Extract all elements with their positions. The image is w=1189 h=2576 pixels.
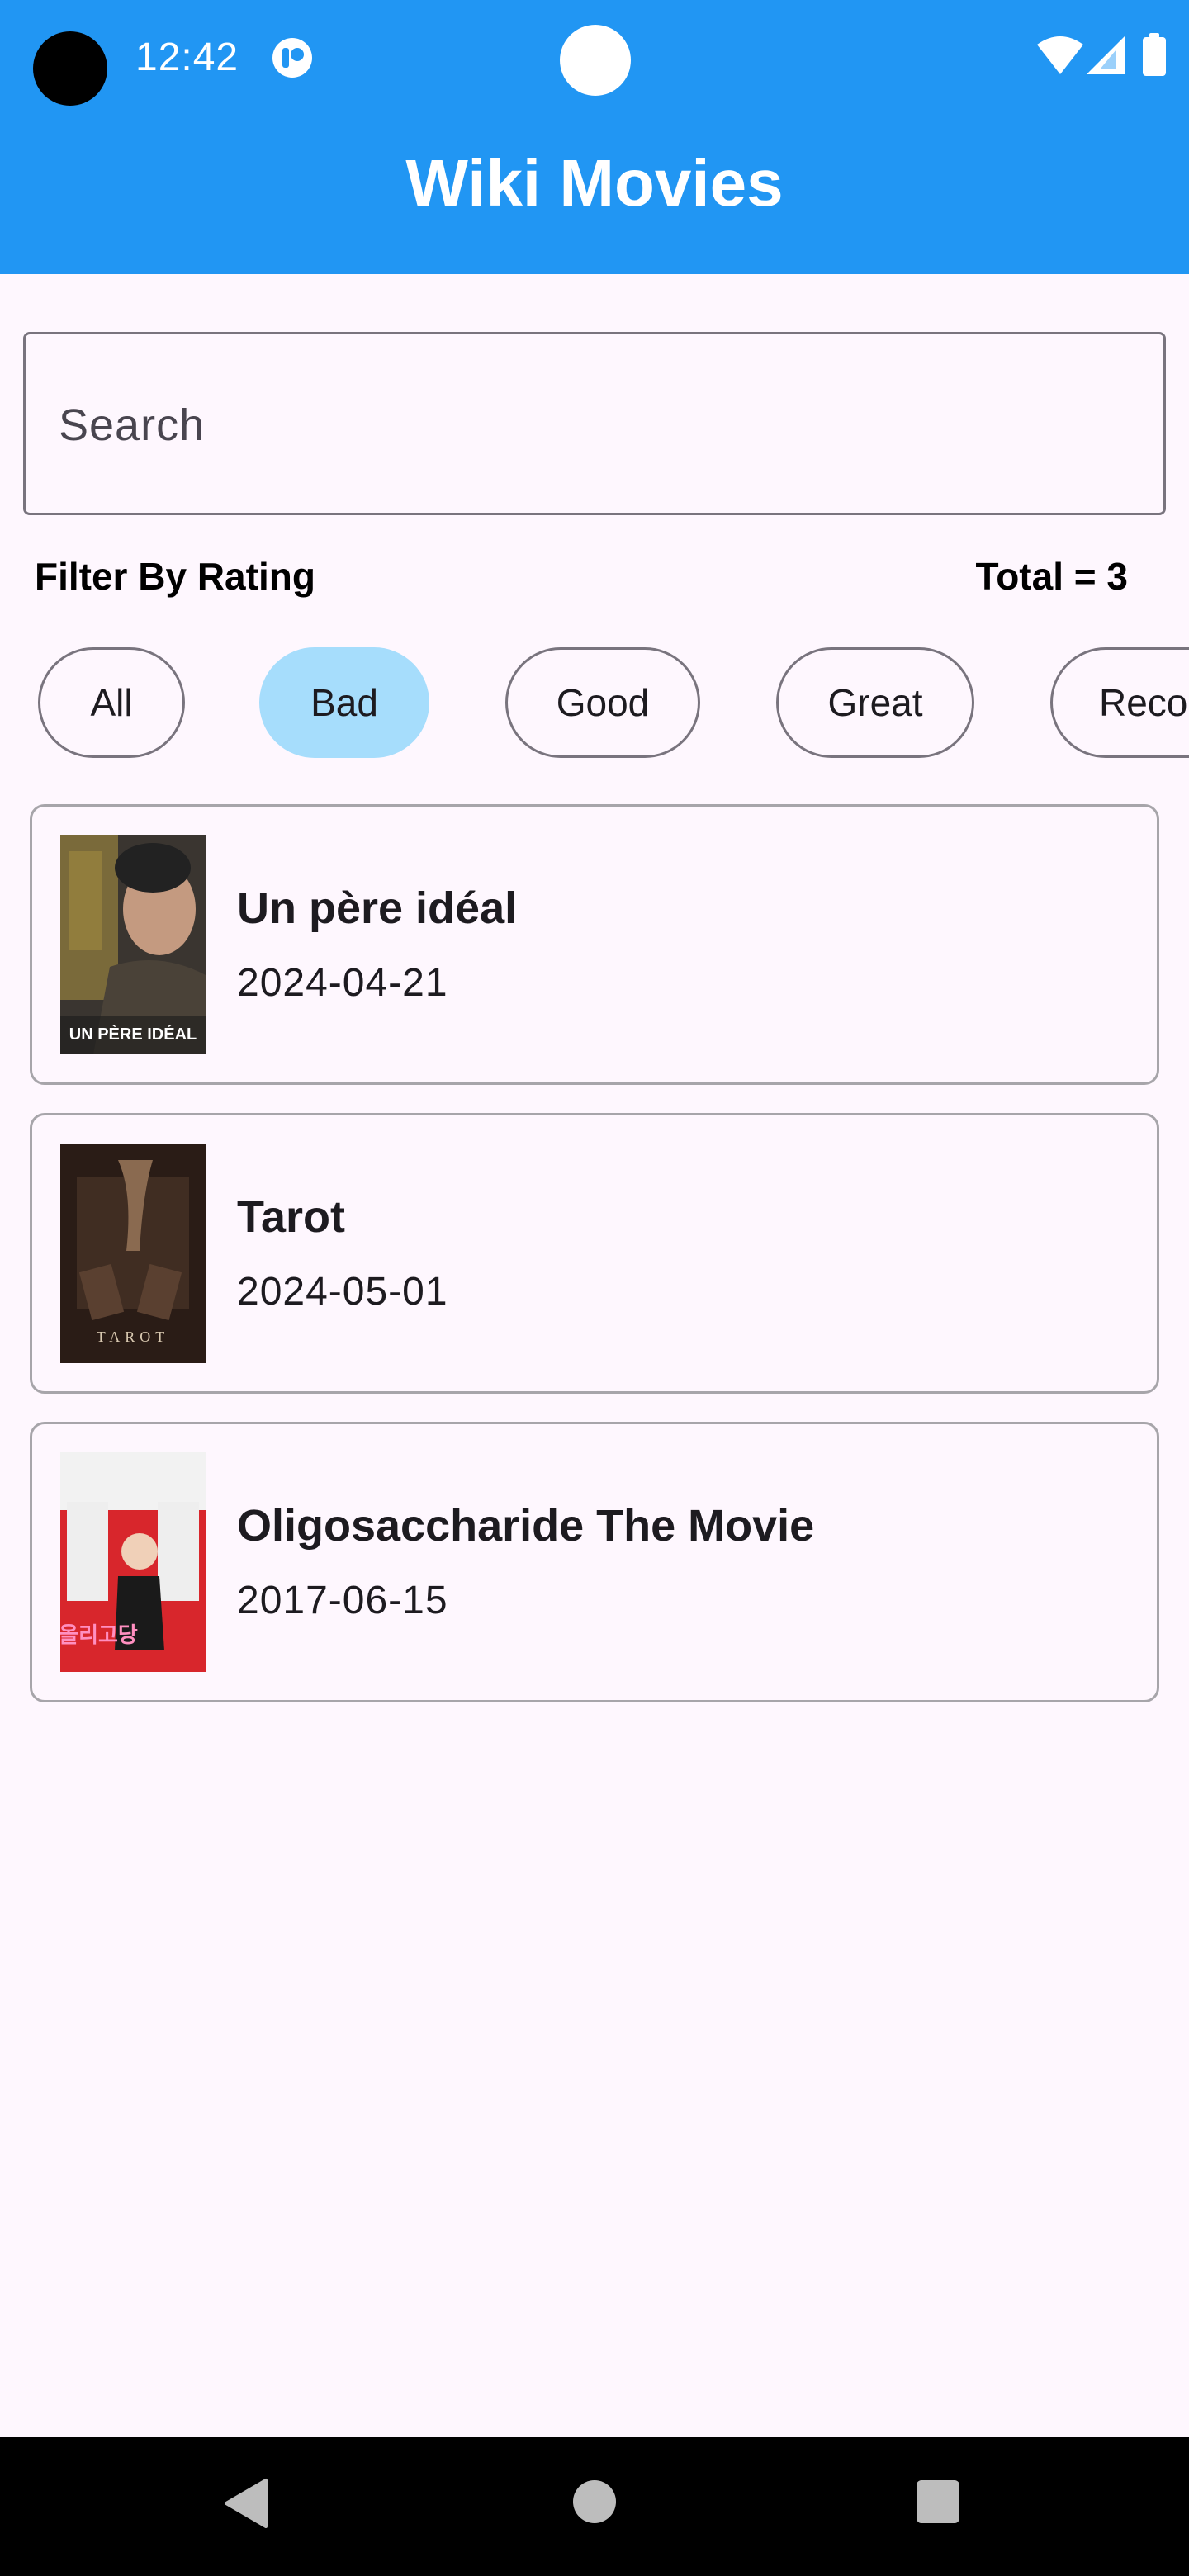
movie-card[interactable]: 올리고당 Oligosaccharide The Movie 2017-06-1… [30, 1422, 1159, 1702]
search-field[interactable] [23, 332, 1166, 515]
movie-card[interactable]: TAROT Tarot 2024-05-01 [30, 1113, 1159, 1394]
chip-bad[interactable]: Bad [259, 647, 429, 758]
movie-title: Un père idéal [237, 883, 518, 933]
poster-text: TAROT [97, 1328, 170, 1345]
movie-title: Oligosaccharide The Movie [237, 1501, 815, 1551]
status-bar: 12:42 [0, 0, 1189, 116]
chip-great[interactable]: Great [776, 647, 974, 758]
poster-text: 올리고당 [60, 1623, 138, 1648]
system-nav-bar [0, 2437, 1189, 2576]
camera-cutout [33, 31, 107, 106]
search-input[interactable] [59, 392, 1132, 458]
chip-all[interactable]: All [38, 647, 185, 758]
recents-icon[interactable] [917, 2480, 959, 2523]
battery-icon [1143, 33, 1166, 76]
movie-poster: 올리고당 [60, 1452, 206, 1672]
home-icon[interactable] [573, 2480, 616, 2523]
poster-text: UN PÈRE IDÉAL [69, 1025, 197, 1044]
screen: 12:42 Wiki Movies Filter By Rating [0, 0, 1189, 2576]
filter-by-rating-label: Filter By Rating [35, 555, 315, 598]
movie-poster: UN PÈRE IDÉAL [60, 835, 206, 1054]
app-notification-icon [272, 38, 312, 78]
back-icon[interactable] [223, 2477, 269, 2530]
total-count: Total = 3 [975, 555, 1128, 598]
status-time: 12:42 [135, 36, 239, 79]
rating-chip-row[interactable]: All Bad Good Great Reco [0, 647, 1189, 758]
movie-title: Tarot [237, 1192, 345, 1242]
chip-recommended[interactable]: Reco [1050, 647, 1189, 758]
movie-poster: TAROT [60, 1144, 206, 1363]
signal-icon [1087, 36, 1125, 74]
movie-date: 2017-06-15 [237, 1579, 448, 1622]
app-title: Wiki Movies [405, 146, 784, 220]
movie-card[interactable]: UN PÈRE IDÉAL Un père idéal 2024-04-21 [30, 804, 1159, 1085]
movie-date: 2024-05-01 [237, 1270, 448, 1314]
movie-date: 2024-04-21 [237, 961, 448, 1005]
wifi-icon [1037, 36, 1083, 74]
chip-good[interactable]: Good [505, 647, 700, 758]
app-bar: 12:42 Wiki Movies [0, 0, 1189, 274]
front-camera [560, 25, 631, 96]
